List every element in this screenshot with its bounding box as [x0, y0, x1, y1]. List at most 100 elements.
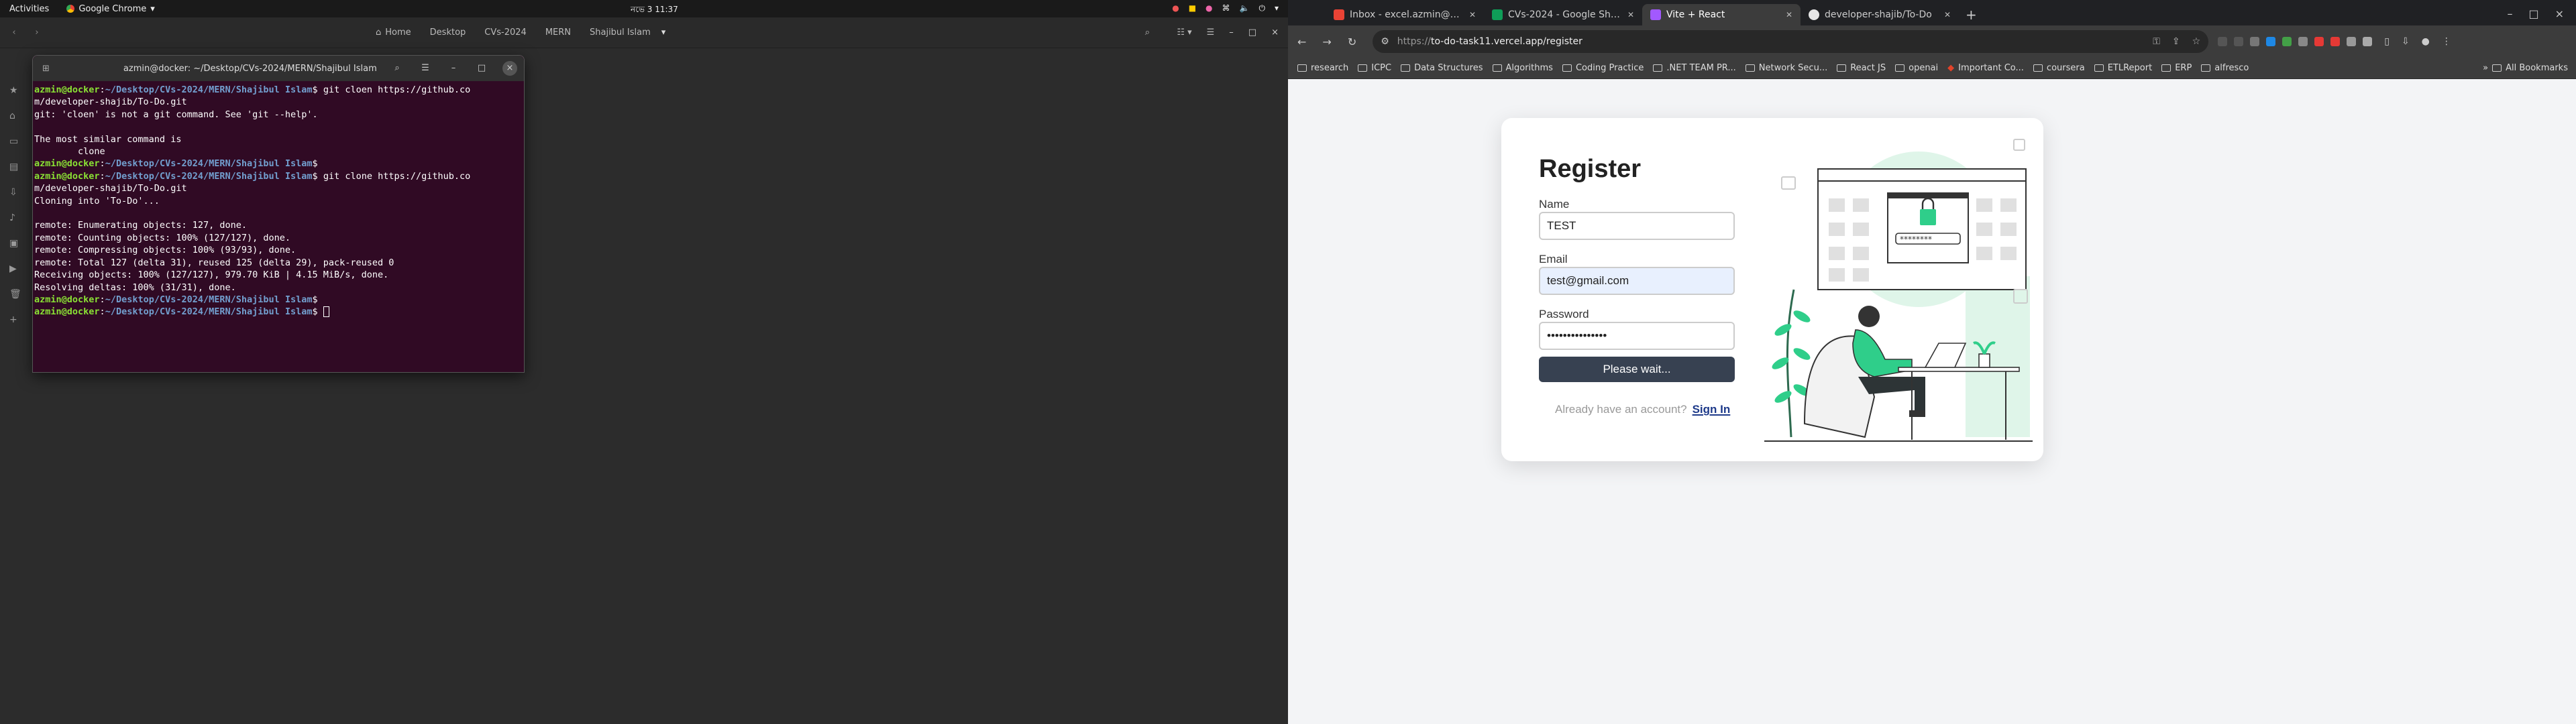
- menu-icon[interactable]: ☰: [418, 61, 433, 76]
- puzzle-icon[interactable]: [2363, 37, 2373, 46]
- tab-sheets[interactable]: CVs-2024 - Google Shee ✕: [1484, 4, 1642, 25]
- bookmark-etlreport[interactable]: ETLReport: [2094, 63, 2152, 73]
- documents-icon[interactable]: ▤: [0, 154, 31, 180]
- extension-icon[interactable]: [2282, 37, 2292, 46]
- forward-icon[interactable]: ›: [28, 24, 46, 42]
- network-icon[interactable]: ⌘: [1222, 3, 1230, 13]
- more-icon[interactable]: ⋮: [2442, 36, 2451, 47]
- close-icon[interactable]: ×: [1271, 27, 1279, 38]
- chevron-right-icon: »: [2483, 63, 2489, 73]
- record-icon[interactable]: ●: [1205, 3, 1212, 13]
- breadcrumb-home[interactable]: ⌂ Home: [368, 25, 419, 40]
- minimize-icon[interactable]: –: [2507, 7, 2512, 20]
- bookmark-data-structures[interactable]: Data Structures: [1401, 63, 1483, 73]
- extension-icon[interactable]: [2314, 37, 2324, 46]
- register-card: Register Name TEST Email test@gmail.com …: [1501, 118, 2043, 461]
- pictures-icon[interactable]: ▣: [0, 231, 31, 256]
- profile-icon[interactable]: ●: [2422, 36, 2430, 47]
- name-field[interactable]: TEST: [1539, 212, 1735, 240]
- bookmark-important[interactable]: ◆ Important Co...: [1947, 63, 2024, 73]
- sidepanel-icon[interactable]: ▯: [2384, 36, 2390, 47]
- extension-icon[interactable]: [2298, 37, 2308, 46]
- clock[interactable]: নভে 3 11:37: [631, 4, 678, 17]
- home-icon[interactable]: ⌂: [0, 103, 31, 129]
- back-icon[interactable]: ←: [1297, 36, 1306, 48]
- maximize-icon[interactable]: □: [474, 61, 489, 76]
- site-info-icon[interactable]: ⚙: [1381, 36, 1389, 47]
- bookmark-algorithms[interactable]: Algorithms: [1492, 63, 1553, 73]
- trash-icon[interactable]: 🗑: [0, 282, 31, 307]
- close-icon[interactable]: ×: [2555, 7, 2564, 20]
- folder-icon: [2033, 64, 2043, 72]
- extension-icon[interactable]: [2266, 37, 2276, 46]
- star-icon[interactable]: ★: [0, 78, 31, 103]
- reload-icon[interactable]: ↻: [1348, 36, 1356, 48]
- download-icon[interactable]: ⇩: [2402, 36, 2410, 47]
- shield-icon[interactable]: ■: [1189, 3, 1196, 13]
- view-list-icon[interactable]: ☷ ▾: [1177, 27, 1191, 38]
- bookmark-react-js[interactable]: React JS: [1837, 63, 1886, 73]
- app-menu[interactable]: Google Chrome ▾: [66, 4, 155, 14]
- breadcrumb-current[interactable]: Shajibul Islam: [582, 25, 659, 40]
- activities-button[interactable]: Activities: [9, 4, 49, 14]
- chevron-down-icon[interactable]: ▾: [661, 27, 666, 38]
- videos-icon[interactable]: ▶: [0, 256, 31, 282]
- close-icon[interactable]: ✕: [1627, 10, 1634, 19]
- desktop-icon[interactable]: ▭: [0, 129, 31, 154]
- bookmark-alfresco[interactable]: alfresco: [2201, 63, 2249, 73]
- bookmark-network-security[interactable]: Network Secu...: [1745, 63, 1827, 73]
- bookmark-research[interactable]: research: [1297, 63, 1348, 73]
- system-tray[interactable]: ● ■ ● ⌘ 🔈 ⏻ ▾: [1172, 3, 1279, 13]
- music-icon[interactable]: ♪: [0, 205, 31, 231]
- all-bookmarks[interactable]: » All Bookmarks: [2483, 63, 2568, 73]
- close-icon[interactable]: ✕: [1944, 10, 1951, 19]
- back-icon[interactable]: ‹: [5, 24, 23, 42]
- search-icon[interactable]: ⌕: [390, 61, 405, 76]
- extension-icon[interactable]: [2330, 37, 2341, 46]
- notification-icon[interactable]: ●: [1172, 3, 1179, 13]
- minimize-icon[interactable]: –: [1229, 27, 1234, 38]
- new-tab-button[interactable]: +: [1966, 7, 1977, 23]
- bookmark-coursera[interactable]: coursera: [2033, 63, 2085, 73]
- breadcrumb-cvs[interactable]: CVs-2024: [476, 25, 535, 40]
- bookmark-erp[interactable]: ERP: [2161, 63, 2192, 73]
- search-icon[interactable]: ⌕: [1138, 27, 1157, 38]
- tab-vite-react[interactable]: Vite + React ✕: [1642, 4, 1801, 25]
- bookmark-coding-practice[interactable]: Coding Practice: [1562, 63, 1644, 73]
- terminal-window[interactable]: ⊞ azmin@docker: ~/Desktop/CVs-2024/MERN/…: [32, 55, 525, 373]
- email-field[interactable]: test@gmail.com: [1539, 267, 1735, 295]
- close-icon[interactable]: ×: [502, 61, 517, 76]
- password-field[interactable]: •••••••••••••••: [1539, 322, 1735, 350]
- bookmark-net-team[interactable]: .NET TEAM PR...: [1653, 63, 1736, 73]
- new-tab-icon[interactable]: ⊞: [42, 64, 50, 74]
- close-icon[interactable]: ✕: [1786, 10, 1792, 19]
- power-icon[interactable]: ⏻: [1258, 3, 1265, 13]
- tab-github[interactable]: developer-shajib/To-Do ✕: [1801, 4, 1959, 25]
- key-icon[interactable]: ⚿: [2153, 36, 2160, 47]
- extension-icon[interactable]: [2347, 37, 2357, 46]
- breadcrumb-mern[interactable]: MERN: [537, 25, 579, 40]
- bookmark-openai[interactable]: openai: [1895, 63, 1938, 73]
- breadcrumb-desktop[interactable]: Desktop: [422, 25, 474, 40]
- minimize-icon[interactable]: –: [446, 61, 461, 76]
- chevron-down-icon[interactable]: ▾: [1275, 3, 1279, 13]
- volume-icon[interactable]: 🔈: [1240, 3, 1250, 13]
- terminal-output[interactable]: azmin@docker:~/Desktop/CVs-2024/MERN/Sha…: [33, 81, 524, 321]
- signin-link[interactable]: Sign In: [1693, 402, 1731, 416]
- submit-button[interactable]: Please wait...: [1539, 357, 1735, 382]
- extension-icon[interactable]: [2250, 37, 2260, 46]
- bookmark-star-icon[interactable]: ☆: [2192, 36, 2201, 47]
- forward-icon[interactable]: →: [1322, 36, 1331, 48]
- maximize-icon[interactable]: □: [1248, 27, 1256, 38]
- close-icon[interactable]: ✕: [1469, 10, 1476, 19]
- downloads-icon[interactable]: ⇩: [0, 180, 31, 205]
- address-bar[interactable]: ⚙ https://to-do-task11.vercel.app/regist…: [1373, 30, 2209, 53]
- extension-icon[interactable]: [2234, 37, 2244, 46]
- tab-gmail[interactable]: Inbox - excel.azmin@gm ✕: [1326, 4, 1484, 25]
- share-icon[interactable]: ⇪: [2172, 36, 2180, 47]
- extension-icon[interactable]: [2218, 37, 2228, 46]
- maximize-icon[interactable]: □: [2528, 7, 2538, 20]
- add-icon[interactable]: +: [0, 307, 31, 333]
- bookmark-icpc[interactable]: ICPC: [1358, 63, 1391, 73]
- menu-icon[interactable]: ☰: [1207, 27, 1215, 38]
